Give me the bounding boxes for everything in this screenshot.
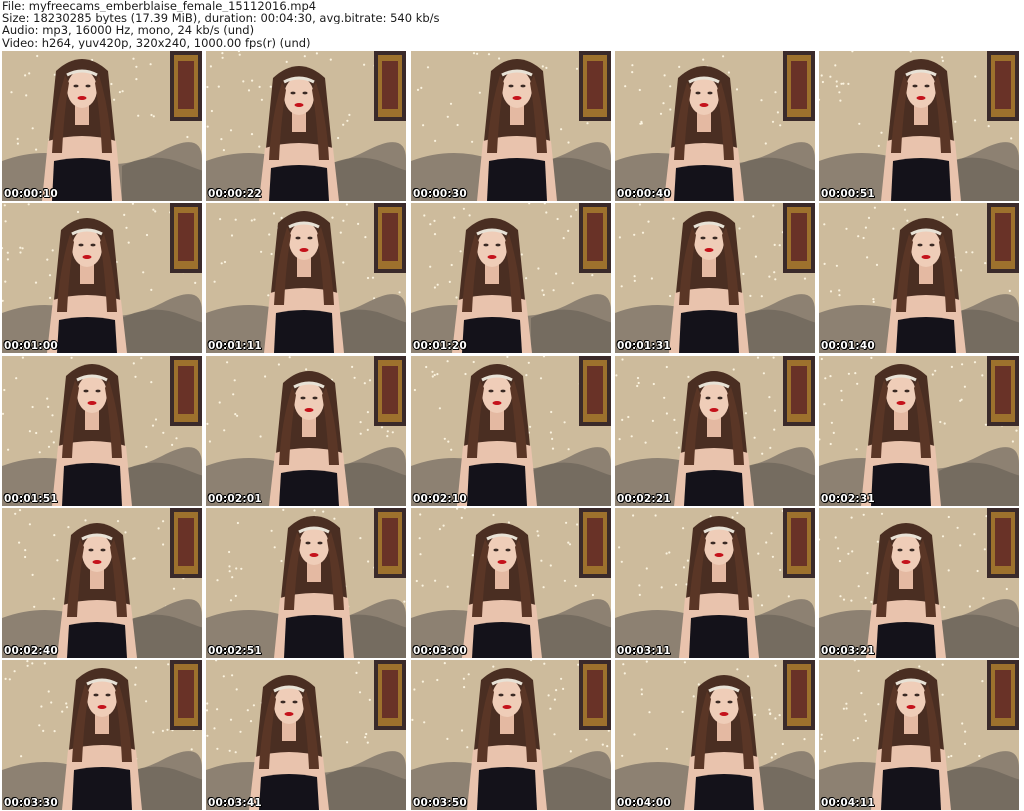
video-frame-thumbnail: 00:01:00 <box>2 203 202 353</box>
video-frame-thumbnail: 00:03:30 <box>2 660 202 810</box>
video-frame-thumbnail: 00:01:40 <box>819 203 1019 353</box>
frame-image <box>615 203 815 353</box>
video-frame-thumbnail: 00:00:51 <box>819 51 1019 201</box>
frame-timestamp: 00:03:41 <box>208 797 262 809</box>
video-frame-thumbnail: 00:03:11 <box>615 508 815 658</box>
frame-image <box>206 203 406 353</box>
audio-info-line: Audio: mp3, 16000 Hz, mono, 24 kb/s (und… <box>2 24 255 37</box>
frame-image <box>819 51 1019 201</box>
video-frame-thumbnail: 00:04:00 <box>615 660 815 810</box>
frame-timestamp: 00:01:51 <box>4 493 58 505</box>
video-frame-thumbnail: 00:01:20 <box>411 203 611 353</box>
frame-image <box>819 508 1019 658</box>
frame-timestamp: 00:01:11 <box>208 340 262 352</box>
frame-timestamp: 00:00:22 <box>208 188 262 200</box>
frame-image <box>206 660 406 810</box>
video-frame-thumbnail: 00:03:00 <box>411 508 611 658</box>
frame-timestamp: 00:04:11 <box>821 797 875 809</box>
frame-image <box>615 508 815 658</box>
frame-timestamp: 00:00:51 <box>821 188 875 200</box>
frame-image <box>411 51 611 201</box>
frame-timestamp: 00:01:00 <box>4 340 58 352</box>
frame-image <box>411 508 611 658</box>
file-size-line: Size: 18230285 bytes (17.39 MiB), durati… <box>2 12 440 25</box>
frame-image <box>615 660 815 810</box>
video-frame-thumbnail: 00:04:11 <box>819 660 1019 810</box>
video-frame-thumbnail: 00:03:41 <box>206 660 406 810</box>
frame-timestamp: 00:01:20 <box>413 340 467 352</box>
frame-timestamp: 00:02:10 <box>413 493 467 505</box>
frame-image <box>206 356 406 506</box>
video-frame-thumbnail: 00:03:50 <box>411 660 611 810</box>
frame-image <box>819 356 1019 506</box>
frame-timestamp: 00:00:10 <box>4 188 58 200</box>
frame-timestamp: 00:00:30 <box>413 188 467 200</box>
video-frame-thumbnail: 00:00:30 <box>411 51 611 201</box>
video-frame-thumbnail: 00:02:40 <box>2 508 202 658</box>
video-frame-thumbnail: 00:01:11 <box>206 203 406 353</box>
video-frame-thumbnail: 00:02:01 <box>206 356 406 506</box>
file-info-header: File: myfreecams_emberblaise_female_1511… <box>2 0 1022 50</box>
file-name-line: File: myfreecams_emberblaise_female_1511… <box>2 0 317 13</box>
frame-image <box>819 203 1019 353</box>
video-frame-thumbnail: 00:02:10 <box>411 356 611 506</box>
frame-timestamp: 00:01:40 <box>821 340 875 352</box>
frame-image <box>411 660 611 810</box>
video-frame-thumbnail: 00:02:31 <box>819 356 1019 506</box>
frame-timestamp: 00:04:00 <box>617 797 671 809</box>
video-frame-thumbnail: 00:02:51 <box>206 508 406 658</box>
thumbnail-grid: 00:00:10 00:00:22 00:00:30 00:00:40 00:00:51… <box>2 51 1022 811</box>
frame-timestamp: 00:02:21 <box>617 493 671 505</box>
frame-image <box>2 356 202 506</box>
video-info-line: Video: h264, yuv420p, 320x240, 1000.00 f… <box>2 36 311 49</box>
frame-timestamp: 00:02:51 <box>208 645 262 657</box>
video-frame-thumbnail: 00:02:21 <box>615 356 815 506</box>
frame-timestamp: 00:03:00 <box>413 645 467 657</box>
video-frame-thumbnail: 00:03:21 <box>819 508 1019 658</box>
frame-image <box>2 51 202 201</box>
frame-timestamp: 00:02:31 <box>821 493 875 505</box>
frame-image <box>2 508 202 658</box>
frame-image <box>411 356 611 506</box>
video-frame-thumbnail: 00:00:10 <box>2 51 202 201</box>
frame-image <box>206 508 406 658</box>
frame-timestamp: 00:00:40 <box>617 188 671 200</box>
frame-image <box>2 203 202 353</box>
frame-timestamp: 00:03:11 <box>617 645 671 657</box>
frame-image <box>2 660 202 810</box>
frame-image <box>615 356 815 506</box>
frame-image <box>206 51 406 201</box>
video-frame-thumbnail: 00:00:40 <box>615 51 815 201</box>
video-frame-thumbnail: 00:00:22 <box>206 51 406 201</box>
frame-timestamp: 00:01:31 <box>617 340 671 352</box>
frame-timestamp: 00:03:30 <box>4 797 58 809</box>
video-frame-thumbnail: 00:01:51 <box>2 356 202 506</box>
frame-image <box>411 203 611 353</box>
frame-timestamp: 00:03:21 <box>821 645 875 657</box>
frame-timestamp: 00:02:40 <box>4 645 58 657</box>
frame-image <box>819 660 1019 810</box>
frame-image <box>615 51 815 201</box>
frame-timestamp: 00:02:01 <box>208 493 262 505</box>
frame-timestamp: 00:03:50 <box>413 797 467 809</box>
video-frame-thumbnail: 00:01:31 <box>615 203 815 353</box>
